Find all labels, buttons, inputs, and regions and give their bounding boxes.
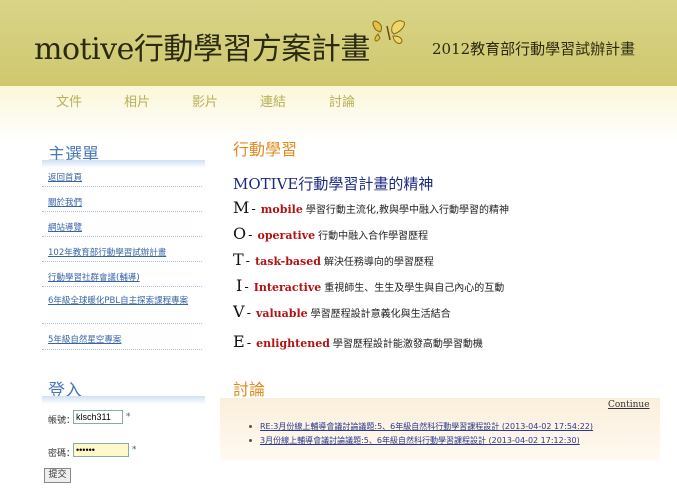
nav-links[interactable]: 連結 bbox=[260, 91, 286, 110]
password-label: 密碼： bbox=[48, 449, 76, 459]
principle-desc: 學習行動主流化,教與學中融入行動學習的精神 bbox=[305, 205, 510, 216]
principle-letter: I bbox=[236, 276, 243, 295]
principle-key: enlightened bbox=[256, 337, 330, 350]
nav-discussion[interactable]: 討論 bbox=[329, 91, 355, 110]
nav-videos[interactable]: 影片 bbox=[192, 91, 218, 110]
principle-dash: - bbox=[246, 336, 252, 351]
mobile-learning-heading: 行動學習 bbox=[233, 140, 298, 159]
menu-item-grade6-pbl[interactable]: 6年級全球暖化PBL自主探索課程專案 bbox=[42, 287, 202, 324]
principle-row-e: E - enlightened 學習歷程設計能激發高動學習動機 bbox=[233, 332, 483, 351]
forum-post-link[interactable]: 3月份線上輔導會議討論議題:5、6年級自然科行動學習課程設計 (2013-04-… bbox=[248, 434, 593, 448]
principle-letter: T bbox=[233, 250, 244, 269]
menu-item-about[interactable]: 關於我們 bbox=[42, 187, 202, 212]
principle-desc: 學習歷程設計意義化與生活結合 bbox=[310, 309, 451, 320]
principle-letter: M bbox=[233, 198, 250, 217]
nav-fade bbox=[0, 120, 677, 142]
site-subtitle: 2012教育部行動學習試辦計畫 bbox=[432, 40, 636, 58]
principle-key: task-based bbox=[255, 255, 321, 268]
menu-item-102-plan[interactable]: 102年教育部行動學習試辦計畫 bbox=[42, 237, 202, 262]
nav-photos[interactable]: 相片 bbox=[124, 91, 150, 110]
principle-row-m: M - mobile 學習行動主流化,教與學中融入行動學習的精神 bbox=[233, 198, 509, 217]
principle-desc: 學習歷程設計能激發高動學習動機 bbox=[332, 339, 483, 350]
principle-desc: 解決任務導向的學習歷程 bbox=[323, 257, 434, 268]
principle-dash: - bbox=[248, 228, 253, 243]
account-required-mark: * bbox=[126, 412, 131, 422]
principle-row-t: T - task-based 解決任務導向的學習歷程 bbox=[233, 250, 434, 269]
menu-item-community-meeting[interactable]: 行動學習社群會議(輔導) bbox=[42, 262, 202, 287]
principle-dash: - bbox=[244, 280, 249, 295]
main-menu: 返回首頁 關於我們 網站導覽 102年教育部行動學習試辦計畫 行動學習社群會議(… bbox=[42, 163, 202, 350]
principle-desc: 重視師生、生生及學生與自己內心的互動 bbox=[324, 283, 505, 294]
forum-post-link[interactable]: RE:3月份線上輔導會議討論議題:5、6年級自然科行動學習課程設計 (2013-… bbox=[248, 420, 593, 434]
continue-link[interactable]: Continue bbox=[608, 400, 650, 410]
site-header: motive行動學習方案計畫 2012教育部行動學習試辦計畫 bbox=[0, 0, 677, 86]
principle-desc: 行動中融入合作學習歷程 bbox=[318, 231, 429, 242]
forum-heading: 討論 bbox=[233, 380, 266, 399]
principle-letter: E bbox=[233, 332, 245, 351]
password-required-mark: * bbox=[132, 445, 137, 455]
account-label: 帳號： bbox=[48, 416, 76, 426]
principle-key: mobile bbox=[260, 203, 303, 216]
menu-item-sitemap[interactable]: 網站導覽 bbox=[42, 212, 202, 237]
butterfly-icon bbox=[372, 20, 405, 44]
principle-key: Interactive bbox=[253, 281, 322, 294]
principle-dash: - bbox=[251, 202, 256, 217]
principle-key: valuable bbox=[255, 307, 308, 320]
password-input[interactable] bbox=[73, 443, 129, 457]
principle-key: operative bbox=[257, 229, 316, 242]
motive-spirit-title: MOTIVE行動學習計畫的精神 bbox=[233, 175, 434, 193]
principle-dash: - bbox=[245, 254, 251, 269]
principle-dash: - bbox=[246, 306, 251, 321]
forum-post-list: RE:3月份線上輔導會議討論議題:5、6年級自然科行動學習課程設計 (2013-… bbox=[248, 420, 593, 448]
principle-row-i: I - Interactive 重視師生、生生及學生與自己內心的互動 bbox=[236, 276, 504, 295]
main-nav: 文件 相片 影片 連結 討論 bbox=[0, 86, 677, 120]
menu-item-grade5-starry-sky[interactable]: 5年級自然星空專案 bbox=[42, 324, 202, 350]
nav-documents[interactable]: 文件 bbox=[56, 91, 82, 110]
principle-letter: V bbox=[233, 302, 245, 321]
login-heading-underline bbox=[42, 396, 205, 404]
submit-button[interactable]: 提交 bbox=[44, 468, 71, 483]
principle-row-v: V - valuable 學習歷程設計意義化與生活結合 bbox=[233, 302, 451, 321]
principle-row-o: O - operative 行動中融入合作學習歷程 bbox=[233, 224, 428, 243]
menu-item-home[interactable]: 返回首頁 bbox=[42, 163, 202, 187]
site-title[interactable]: motive行動學習方案計畫 bbox=[34, 24, 370, 68]
account-input[interactable] bbox=[73, 410, 123, 424]
principle-letter: O bbox=[233, 224, 247, 243]
